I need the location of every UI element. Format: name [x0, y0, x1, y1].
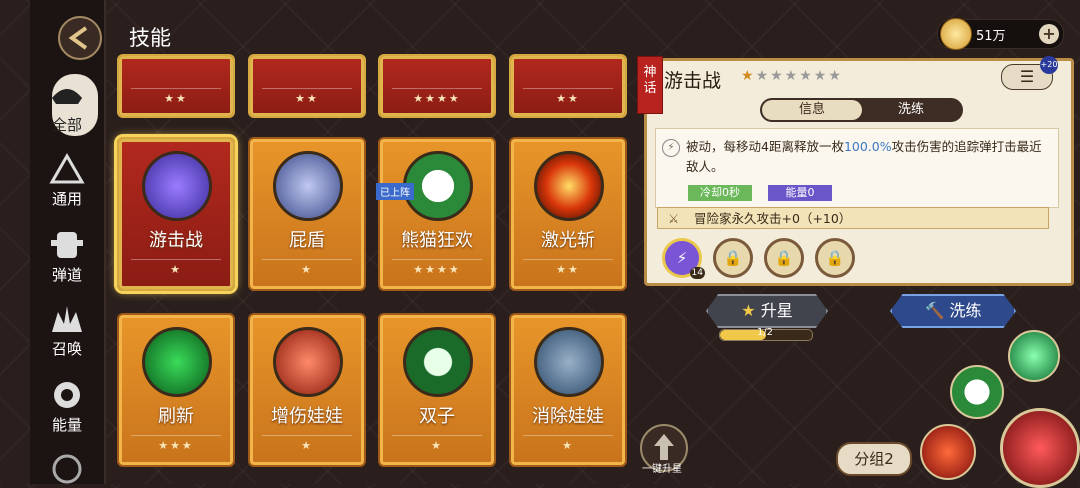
skill-description: ⚡ 被动，每移动4距离释放一枚100.0%攻击伤害的追踪弹打击最近敌人。 冷却0…	[655, 128, 1059, 208]
rarity-tag: 神话	[637, 56, 663, 114]
coin-value: 51万	[976, 29, 1006, 44]
card-name: 增伤娃娃	[271, 406, 343, 427]
description-text: 被动，每移动4距离释放一枚100.0%攻击伤害的追踪弹打击最近敌人。	[686, 139, 1042, 174]
sidebar-item-label: 召唤	[51, 340, 82, 358]
card-stars: ★	[523, 435, 613, 457]
energy-icon	[54, 382, 80, 408]
notify-badge: +20	[1040, 56, 1058, 74]
one-key-upgrade-label: 一键升星	[642, 464, 682, 475]
upgrade-label: 升星	[760, 301, 793, 320]
reforge-label: 洗练	[949, 301, 982, 320]
skill-card[interactable]: ★★	[248, 54, 366, 118]
lock-icon[interactable]: 🔒	[815, 238, 855, 278]
slot-active[interactable]: ⚡ 14	[662, 238, 705, 279]
tab-info[interactable]: 信息	[762, 100, 862, 120]
reforge-button[interactable]: 🔨 洗练	[890, 294, 1016, 328]
gemini-icon	[403, 327, 473, 397]
skill-card[interactable]: ★★	[509, 54, 627, 118]
skill-card[interactable]: ★★★★	[378, 54, 496, 118]
coin-counter: 51万 +	[937, 18, 1064, 50]
card-stars: ★	[131, 259, 221, 281]
card-stars: ★★	[523, 259, 613, 281]
slot-level: 14	[689, 267, 705, 279]
skill-stars: ★★★★★★★	[741, 68, 843, 84]
armor-icon	[51, 232, 83, 258]
card-name: 消除娃娃	[532, 406, 604, 427]
hero-avatar[interactable]	[1000, 408, 1080, 488]
skill-card[interactable]: ★★	[117, 54, 235, 118]
card-name: 游击战	[149, 230, 203, 251]
card-name: 双子	[419, 406, 455, 427]
hat-icon	[52, 89, 82, 104]
card-stars: ★★	[262, 88, 352, 110]
lock-icon[interactable]: 🔒	[713, 238, 753, 278]
category-sidebar: 全部 通用 弹道 召唤 能量	[30, 0, 106, 484]
star-icon: ★	[741, 301, 756, 320]
sidebar-item-label: 通用	[51, 190, 82, 208]
laser-icon	[534, 151, 604, 221]
sidebar-item-summon[interactable]: 召唤	[30, 302, 104, 359]
hammer-icon: 🔨	[924, 301, 945, 320]
star-progress-text: 1/2	[756, 327, 774, 338]
group-button[interactable]: 分组2	[836, 442, 912, 476]
sidebar-item-general[interactable]: 通用	[30, 152, 104, 209]
fart-shield-icon	[273, 151, 343, 221]
panda-icon[interactable]	[950, 365, 1004, 419]
detail-tabs: 信息 洗练	[760, 98, 963, 122]
page-title: 技能	[129, 26, 171, 50]
energy-badge: 能量0	[768, 185, 832, 201]
back-arrow-icon	[68, 26, 88, 50]
sidebar-item-label: 弹道	[51, 266, 82, 284]
refresh-icon	[142, 327, 212, 397]
card-name: 激光斩	[541, 230, 595, 251]
coin-icon	[940, 18, 972, 50]
passive-icon: ⚡	[662, 139, 680, 157]
card-name: 熊猫狂欢	[401, 230, 473, 251]
skill-card-panda-party[interactable]: 已上阵 熊猫狂欢 ★★★★	[376, 137, 496, 291]
sidebar-item-more[interactable]	[30, 452, 104, 488]
card-name: 屁盾	[289, 230, 325, 251]
knight-icon	[534, 327, 604, 397]
card-name: 刷新	[158, 406, 194, 427]
card-icon[interactable]	[1008, 330, 1060, 382]
card-stars: ★	[262, 435, 352, 457]
cooldown-badge: 冷却0秒	[688, 185, 752, 201]
sidebar-item-all[interactable]: 全部	[30, 74, 104, 136]
card-stars: ★★★★	[392, 88, 482, 110]
lightning-icon	[142, 151, 212, 221]
permanent-bonus: ⚔ 冒险家永久攻击+0（+10）	[657, 207, 1049, 229]
skill-card-guerrilla[interactable]: 游击战 ★	[117, 137, 235, 291]
skill-card-fart-shield[interactable]: 屁盾 ★	[248, 137, 366, 291]
sidebar-item-label: 全部	[51, 116, 82, 134]
skill-card-damage-doll[interactable]: 增伤娃娃 ★	[248, 313, 366, 467]
skill-card-laser-slash[interactable]: 激光斩 ★★	[509, 137, 627, 291]
card-stars: ★★	[523, 88, 613, 110]
sidebar-item-energy[interactable]: 能量	[30, 378, 104, 435]
upgrade-star-button[interactable]: ★ 升星	[706, 294, 828, 328]
card-stars: ★★★	[131, 435, 221, 457]
card-stars: ★★★★	[392, 259, 482, 281]
summon-icon	[52, 306, 82, 332]
lock-icon[interactable]: 🔒	[764, 238, 804, 278]
skill-title: 游击战	[664, 70, 722, 92]
deployed-badge: 已上阵	[376, 183, 414, 200]
add-coin-button[interactable]: +	[1039, 24, 1059, 44]
damage-doll-icon	[273, 327, 343, 397]
sidebar-item-label: 能量	[51, 416, 82, 434]
tab-reforge[interactable]: 洗练	[861, 100, 961, 120]
bonus-text: 冒险家永久攻击+0（+10）	[694, 211, 852, 226]
sword-icon: ⚔	[668, 211, 680, 226]
skill-card-gemini[interactable]: 双子 ★	[378, 313, 496, 467]
triangle-icon	[49, 152, 85, 184]
skill-card-refresh[interactable]: 刷新 ★★★	[117, 313, 235, 467]
sidebar-item-ballistic[interactable]: 弹道	[30, 228, 104, 285]
skill-card-clear-doll[interactable]: 消除娃娃 ★	[509, 313, 627, 467]
back-button[interactable]	[58, 16, 102, 60]
card-stars: ★★	[131, 88, 221, 110]
card-stars: ★	[392, 435, 482, 457]
spiral-icon	[52, 454, 82, 484]
card-stars: ★	[262, 259, 352, 281]
fire-icon[interactable]	[920, 424, 976, 480]
